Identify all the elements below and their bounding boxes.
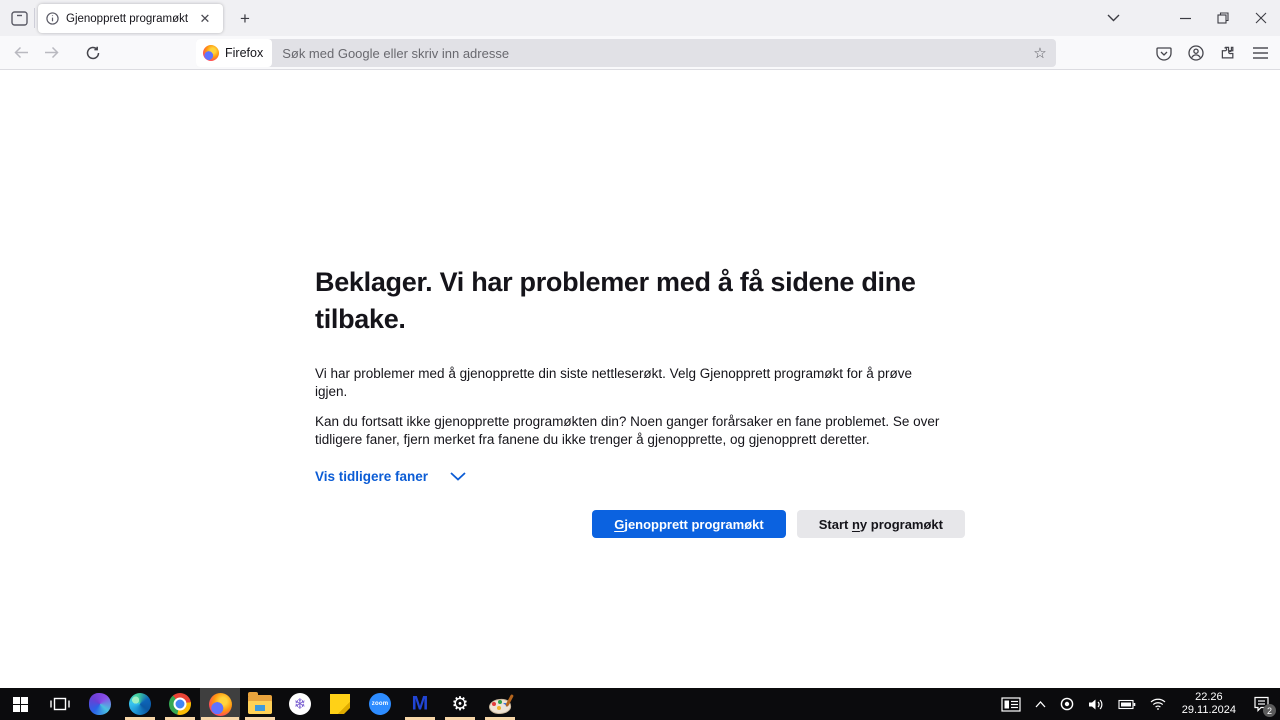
action-center-button[interactable]: 2 <box>1246 688 1276 720</box>
page-content: Beklager. Vi har problemer med å få side… <box>0 71 1280 688</box>
page-title: Beklager. Vi har problemer med å få side… <box>315 267 916 334</box>
battery-icon <box>1118 699 1136 709</box>
reload-button[interactable] <box>79 39 107 67</box>
clock-time: 22.26 <box>1195 691 1223 703</box>
taskbar-app-stickynotes[interactable] <box>320 688 360 720</box>
taskbar-app-edge[interactable] <box>120 688 160 720</box>
show-previous-tabs-toggle[interactable]: Vis tidligere faner <box>315 469 466 484</box>
windows-logo-icon <box>12 696 28 712</box>
new-tab-button[interactable]: + <box>231 5 259 33</box>
notification-count-badge: 2 <box>1263 704 1276 717</box>
address-input[interactable] <box>272 45 1027 61</box>
pocket-button[interactable] <box>1150 39 1178 67</box>
chevron-down-icon <box>450 472 466 481</box>
restore-description: Vi har problemer med å gjenopprette din … <box>315 366 913 399</box>
show-previous-tabs-label: Vis tidligere faner <box>315 469 429 484</box>
task-view-button[interactable] <box>40 688 80 720</box>
list-all-tabs-button[interactable] <box>1096 0 1130 36</box>
microsoft-365-icon <box>89 693 111 715</box>
tab-close-icon[interactable]: ✕ <box>195 9 215 29</box>
reload-icon <box>86 46 100 59</box>
taskbar-app-paint[interactable] <box>480 688 520 720</box>
taskbar-app-chrome[interactable] <box>160 688 200 720</box>
task-view-icon <box>50 697 70 711</box>
tab-restore-session[interactable]: Gjenopprett programøkt ✕ <box>38 4 223 33</box>
session-restore-box: Beklager. Vi har problemer med å få side… <box>315 264 965 538</box>
tab-separator <box>34 8 35 28</box>
chevron-down-icon <box>1107 14 1119 22</box>
info-icon <box>46 12 59 25</box>
puzzle-piece-icon <box>1221 46 1234 59</box>
account-button[interactable] <box>1182 39 1210 67</box>
touch-keyboard-button[interactable] <box>995 688 1027 720</box>
taskbar-app-zoom[interactable]: zoom <box>360 688 400 720</box>
restore-window-button[interactable] <box>1204 0 1242 36</box>
restore-session-button[interactable]: Gjenopprett programøkt <box>592 510 786 538</box>
start-button[interactable] <box>0 688 40 720</box>
close-window-button[interactable] <box>1242 0 1280 36</box>
volume-button[interactable] <box>1082 688 1110 720</box>
taskbar-app-snowflake[interactable]: ❄ <box>280 688 320 720</box>
taskbar-spacer <box>520 688 995 720</box>
bookmark-star-icon[interactable]: ☆ <box>1027 40 1053 66</box>
firefox-view-button[interactable] <box>6 5 32 31</box>
close-icon <box>1255 12 1267 24</box>
new-session-button[interactable]: Start ny programøkt <box>796 510 965 538</box>
chevron-up-icon <box>1035 700 1046 707</box>
firefox-view-icon <box>10 10 28 26</box>
firefox-logo-icon <box>203 45 219 61</box>
windows-taskbar: ❄ zoom M ⚙ 22.26 29.11.2024 2 <box>0 688 1280 720</box>
search-engine-label: Firefox <box>225 46 264 60</box>
minimize-icon <box>1179 17 1191 19</box>
minimize-button[interactable] <box>1166 0 1204 36</box>
tab-bar: Gjenopprett programøkt ✕ + <box>0 0 1280 36</box>
speaker-icon <box>1088 699 1103 709</box>
firefox-icon <box>208 692 232 716</box>
navigation-toolbar: Firefox ☆ <box>0 36 1280 70</box>
tab-title: Gjenopprett programøkt <box>66 12 189 25</box>
search-engine-chip[interactable]: Firefox <box>196 39 273 67</box>
pocket-icon <box>1156 46 1172 61</box>
taskbar-app-malwarebytes[interactable]: M <box>400 688 440 720</box>
hamburger-menu-icon <box>1252 47 1268 59</box>
record-dot-icon <box>1060 697 1074 711</box>
url-bar[interactable]: Firefox ☆ <box>196 39 1056 67</box>
restore-help-text: Kan du fortsatt ikke gjenopprette progra… <box>315 414 940 447</box>
account-icon <box>1188 45 1204 61</box>
wifi-icon <box>1150 698 1166 710</box>
chrome-icon <box>169 693 191 715</box>
battery-button[interactable] <box>1112 688 1142 720</box>
menu-button[interactable] <box>1246 39 1274 67</box>
system-tray: 22.26 29.11.2024 2 <box>995 688 1280 720</box>
sticky-notes-icon <box>330 694 350 714</box>
file-explorer-icon <box>248 691 272 714</box>
forward-button[interactable] <box>37 39 65 67</box>
taskbar-clock[interactable]: 22.26 29.11.2024 <box>1174 691 1244 717</box>
network-button[interactable] <box>1144 688 1172 720</box>
firefox-window: Gjenopprett programøkt ✕ + Firefox Søk m… <box>0 0 1280 720</box>
touch-keyboard-icon <box>1001 696 1021 712</box>
malwarebytes-icon: M <box>411 693 429 715</box>
taskbar-app-firefox[interactable] <box>200 688 240 720</box>
edge-icon <box>129 693 151 715</box>
back-icon <box>13 46 28 59</box>
restore-window-icon <box>1217 12 1229 24</box>
snowflake-app-icon: ❄ <box>289 693 311 715</box>
tray-indicator-button[interactable] <box>1054 688 1080 720</box>
gear-icon: ⚙ <box>451 692 469 715</box>
forward-icon <box>44 46 59 59</box>
taskbar-app-microsoft365[interactable] <box>80 688 120 720</box>
extensions-button[interactable] <box>1214 39 1242 67</box>
paint-palette-icon <box>487 693 514 715</box>
clock-date: 29.11.2024 <box>1181 704 1236 716</box>
taskbar-app-explorer[interactable] <box>240 688 280 720</box>
show-hidden-icons-button[interactable] <box>1029 688 1052 720</box>
button-row: Gjenopprett programøkt Start ny programø… <box>315 510 965 538</box>
taskbar-app-settings[interactable]: ⚙ <box>440 688 480 720</box>
back-button[interactable] <box>7 39 35 67</box>
zoom-icon: zoom <box>369 693 391 715</box>
